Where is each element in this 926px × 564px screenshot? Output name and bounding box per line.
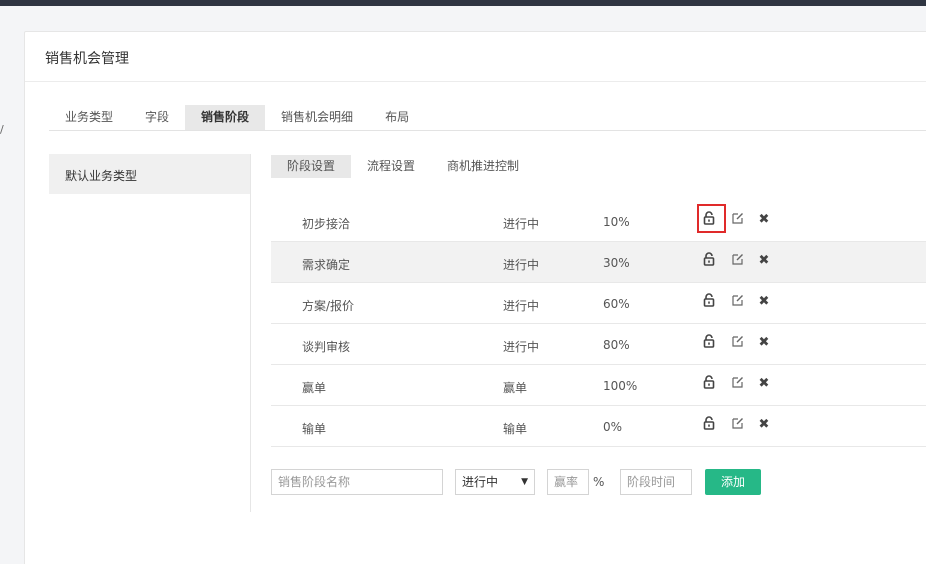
stage-status: 进行中	[503, 217, 540, 231]
sidebar-item-label: 默认业务类型	[65, 169, 138, 183]
stage-row: 赢单 赢单 100% ✖	[271, 365, 926, 406]
top-bar	[0, 0, 926, 6]
edit-icon[interactable]	[730, 211, 746, 229]
stage-name: 谈判审核	[302, 340, 351, 354]
sidebar-item-default-business-type[interactable]: 默认业务类型	[49, 154, 250, 194]
edit-icon[interactable]	[730, 416, 746, 434]
unlock-icon[interactable]	[701, 334, 717, 352]
stage-rate: 80%	[603, 338, 630, 352]
subtab-bar: 阶段设置 流程设置 商机推进控制	[271, 155, 535, 178]
tab-bar: 业务类型 字段 销售阶段 销售机会明细 布局	[49, 105, 425, 131]
close-icon[interactable]: ✖	[756, 416, 772, 434]
title-divider	[25, 81, 926, 82]
stage-name-input[interactable]	[271, 469, 443, 495]
stage-time-input[interactable]	[620, 469, 692, 495]
tab-divider	[49, 130, 926, 131]
stage-status: 赢单	[503, 381, 528, 395]
tab-business-type[interactable]: 业务类型	[49, 105, 129, 130]
subtab-process-settings[interactable]: 流程设置	[351, 155, 431, 178]
subtab-stage-settings[interactable]: 阶段设置	[271, 155, 352, 178]
stage-row: 方案/报价 进行中 60% ✖	[271, 283, 926, 324]
close-icon[interactable]: ✖	[756, 252, 772, 270]
stage-name: 初步接洽	[302, 217, 351, 231]
unlock-icon[interactable]	[701, 416, 717, 434]
stage-rate: 30%	[603, 256, 630, 270]
close-icon[interactable]: ✖	[756, 293, 772, 311]
tab-opportunity-details[interactable]: 销售机会明细	[265, 105, 369, 130]
unlock-icon[interactable]	[701, 293, 717, 311]
close-icon[interactable]: ✖	[756, 211, 772, 229]
stage-status: 进行中	[503, 299, 540, 313]
stage-row: 初步接洽 进行中 10% ✖	[271, 201, 926, 242]
add-button[interactable]: 添加	[705, 469, 761, 495]
percent-label: %	[593, 475, 605, 489]
close-icon[interactable]: ✖	[756, 375, 772, 393]
stage-row: 需求确定 进行中 30% ✖	[271, 242, 926, 283]
stage-list: 初步接洽 进行中 10% ✖ 需求确定 进行中 30% ✖ 方案/报价 进行中 …	[271, 201, 926, 447]
stage-row: 谈判审核 进行中 80% ✖	[271, 324, 926, 365]
caret-down-icon: ▼	[521, 477, 528, 487]
stage-name: 赢单	[302, 381, 327, 395]
unlock-icon[interactable]	[701, 211, 717, 229]
stage-name: 方案/报价	[302, 299, 355, 313]
edge-mark: /	[0, 123, 4, 136]
stage-rate: 10%	[603, 215, 630, 229]
edit-icon[interactable]	[730, 375, 746, 393]
stage-name: 需求确定	[302, 258, 351, 272]
close-icon[interactable]: ✖	[756, 334, 772, 352]
tab-layout[interactable]: 布局	[369, 105, 425, 130]
unlock-icon[interactable]	[701, 375, 717, 393]
edit-icon[interactable]	[730, 293, 746, 311]
edit-icon[interactable]	[730, 252, 746, 270]
tab-sales-stage[interactable]: 销售阶段	[185, 105, 266, 130]
sidebar-divider	[250, 154, 251, 512]
stage-row: 输单 输单 0% ✖	[271, 406, 926, 447]
unlock-icon[interactable]	[701, 252, 717, 270]
stage-name: 输单	[302, 422, 327, 436]
stage-rate: 100%	[603, 379, 638, 393]
stage-status: 输单	[503, 422, 528, 436]
status-select[interactable]: 进行中 ▼	[455, 469, 535, 495]
main-panel: 销售机会管理 业务类型 字段 销售阶段 销售机会明细 布局 默认业务类型 阶段设…	[24, 31, 926, 564]
status-select-value: 进行中	[462, 475, 499, 489]
stage-rate: 60%	[603, 297, 630, 311]
page-title: 销售机会管理	[45, 51, 129, 67]
edit-icon[interactable]	[730, 334, 746, 352]
stage-rate: 0%	[603, 420, 623, 434]
tab-fields[interactable]: 字段	[129, 105, 185, 130]
win-rate-input[interactable]	[547, 469, 589, 495]
stage-status: 进行中	[503, 340, 540, 354]
subtab-opportunity-control[interactable]: 商机推进控制	[431, 155, 535, 178]
stage-status: 进行中	[503, 258, 540, 272]
